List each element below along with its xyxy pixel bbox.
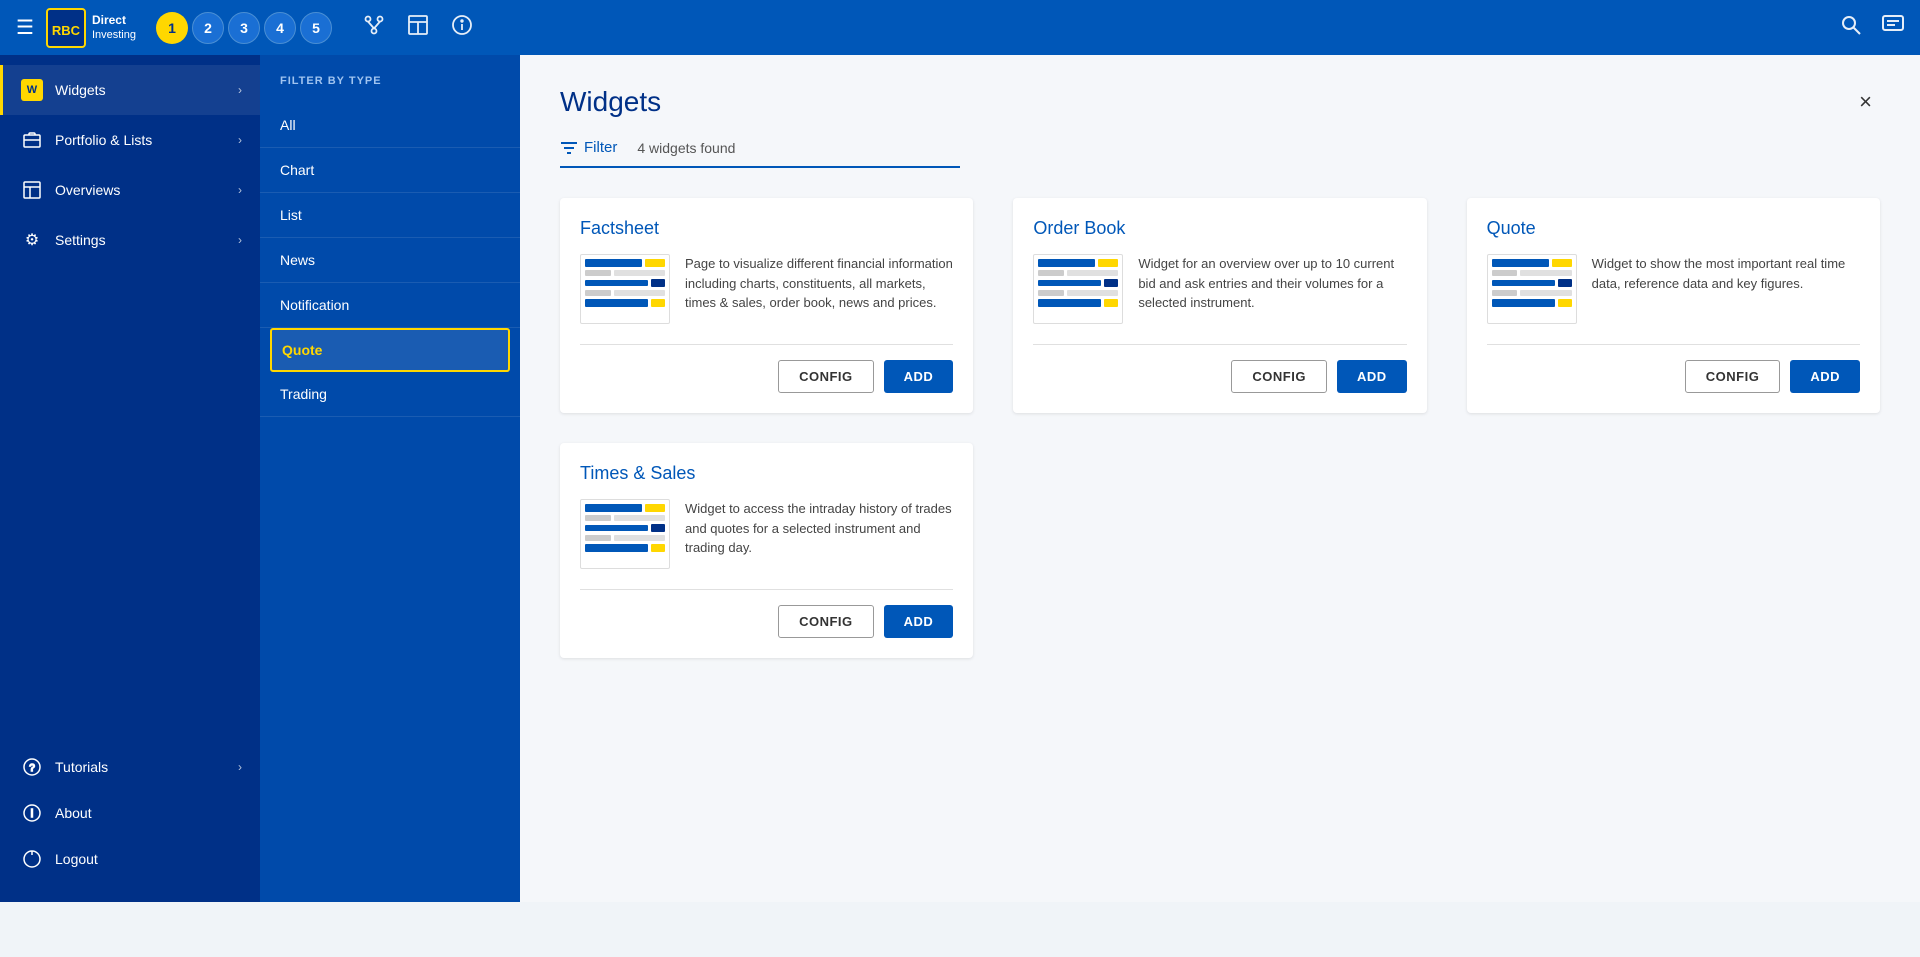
hamburger-menu[interactable]: ☰ [16, 15, 34, 40]
config-button-factsheet[interactable]: CONFIG [778, 360, 874, 393]
filter-news[interactable]: News [260, 238, 520, 283]
top-navigation: ☰ RBC Direct Investing 1 2 3 4 5 [0, 0, 1920, 55]
filter-icon [560, 140, 578, 156]
add-button-factsheet[interactable]: ADD [884, 360, 954, 393]
settings-icon: ⚙ [21, 229, 43, 251]
main-header: Widgets × [560, 85, 1880, 119]
widget-thumbnail-timessales [580, 499, 670, 569]
widget-body-quote: Widget to show the most important real t… [1487, 254, 1860, 324]
widget-body-orderbook: Widget for an overview over up to 10 cur… [1033, 254, 1406, 324]
config-button-orderbook[interactable]: CONFIG [1231, 360, 1327, 393]
widget-title-orderbook: Order Book [1033, 218, 1406, 239]
widget-card-timessales: Times & Sales Widget to access the intra… [560, 443, 973, 658]
page-title: Widgets [560, 86, 661, 118]
tab-4[interactable]: 4 [264, 12, 296, 44]
divider [580, 589, 953, 590]
widget-actions-orderbook: CONFIG ADD [1033, 360, 1406, 393]
widget-thumbnail-orderbook [1033, 254, 1123, 324]
main-layout: W Widgets › Portfolio & Lists › [0, 55, 1920, 902]
info-icon[interactable] [450, 13, 474, 43]
widget-title-factsheet: Factsheet [580, 218, 953, 239]
widget-actions-factsheet: CONFIG ADD [580, 360, 953, 393]
sidebar-item-settings[interactable]: ⚙ Settings › [0, 215, 260, 265]
widgets-grid: Factsheet Page to visualize different fi… [560, 198, 1880, 658]
widget-desc-timessales: Widget to access the intraday history of… [685, 499, 953, 569]
widget-card-quote: Quote Widget to show the most important … [1467, 198, 1880, 413]
sidebar-item-portfolio[interactable]: Portfolio & Lists › [0, 115, 260, 165]
widget-title-quote: Quote [1487, 218, 1860, 239]
filter-all[interactable]: All [260, 103, 520, 148]
brand-text: Direct Investing [92, 13, 136, 43]
widget-body-factsheet: Page to visualize different financial in… [580, 254, 953, 324]
sidebar-item-logout[interactable]: Logout [0, 836, 260, 882]
add-button-timessales[interactable]: ADD [884, 605, 954, 638]
chat-icon[interactable] [1882, 15, 1904, 41]
filter-bar: Filter 4 widgets found [560, 139, 960, 168]
widget-title-timessales: Times & Sales [580, 463, 953, 484]
filter-title: FILTER BY TYPE [260, 75, 520, 103]
divider [1487, 344, 1860, 345]
branch-icon[interactable] [362, 13, 386, 43]
logo-area: RBC Direct Investing [46, 8, 136, 48]
widgets-icon: W [21, 79, 43, 101]
chevron-right-icon: › [238, 133, 242, 147]
sidebar-item-overviews[interactable]: Overviews › [0, 165, 260, 215]
tutorials-icon: ? [21, 756, 43, 778]
filter-trading[interactable]: Trading [260, 372, 520, 417]
close-button[interactable]: × [1851, 85, 1880, 119]
rbc-logo: RBC [46, 8, 86, 48]
filter-notification[interactable]: Notification [260, 283, 520, 328]
widget-desc-orderbook: Widget for an overview over up to 10 cur… [1138, 254, 1406, 324]
search-icon[interactable] [1840, 14, 1862, 42]
widgets-count: 4 widgets found [637, 140, 735, 156]
filter-label[interactable]: Filter [584, 139, 617, 156]
chevron-right-icon: › [238, 760, 242, 774]
tab-3[interactable]: 3 [228, 12, 260, 44]
filter-panel: FILTER BY TYPE All Chart List News Notif… [260, 55, 520, 902]
widget-desc-quote: Widget to show the most important real t… [1592, 254, 1860, 324]
add-button-quote[interactable]: ADD [1790, 360, 1860, 393]
widget-desc-factsheet: Page to visualize different financial in… [685, 254, 953, 324]
svg-text:?: ? [29, 763, 35, 774]
layout-icon[interactable] [406, 13, 430, 43]
portfolio-icon [21, 129, 43, 151]
sidebar-item-widgets[interactable]: W Widgets › [0, 65, 260, 115]
widget-thumbnail-quote [1487, 254, 1577, 324]
widget-card-factsheet: Factsheet Page to visualize different fi… [560, 198, 973, 413]
main-content: Widgets × Filter 4 widgets found Factshe… [520, 55, 1920, 902]
sidebar-item-tutorials[interactable]: ? Tutorials › [0, 744, 260, 790]
overviews-icon [21, 179, 43, 201]
chevron-right-icon: › [238, 183, 242, 197]
nav-right [1840, 14, 1904, 42]
svg-text:RBC: RBC [52, 23, 81, 38]
filter-quote[interactable]: Quote [270, 328, 510, 372]
filter-icon-label: Filter [560, 139, 617, 156]
tab-numbers: 1 2 3 4 5 [156, 12, 332, 44]
widget-body-timessales: Widget to access the intraday history of… [580, 499, 953, 569]
config-button-timessales[interactable]: CONFIG [778, 605, 874, 638]
filter-list[interactable]: List [260, 193, 520, 238]
svg-text:i: i [31, 808, 33, 820]
tab-2[interactable]: 2 [192, 12, 224, 44]
widget-actions-quote: CONFIG ADD [1487, 360, 1860, 393]
widget-thumbnail-factsheet [580, 254, 670, 324]
filter-chart[interactable]: Chart [260, 148, 520, 193]
add-button-orderbook[interactable]: ADD [1337, 360, 1407, 393]
tab-1[interactable]: 1 [156, 12, 188, 44]
left-sidebar: W Widgets › Portfolio & Lists › [0, 55, 260, 902]
logout-icon [21, 848, 43, 870]
divider [1033, 344, 1406, 345]
chevron-right-icon: › [238, 233, 242, 247]
widget-card-orderbook: Order Book Widget for an overview over u… [1013, 198, 1426, 413]
widget-actions-timessales: CONFIG ADD [580, 605, 953, 638]
tab-5[interactable]: 5 [300, 12, 332, 44]
sidebar-bottom: ? Tutorials › i About [0, 744, 260, 902]
chevron-right-icon: › [238, 83, 242, 97]
nav-icons [362, 13, 474, 43]
config-button-quote[interactable]: CONFIG [1685, 360, 1781, 393]
divider [580, 344, 953, 345]
about-icon: i [21, 802, 43, 824]
sidebar-item-about[interactable]: i About [0, 790, 260, 836]
